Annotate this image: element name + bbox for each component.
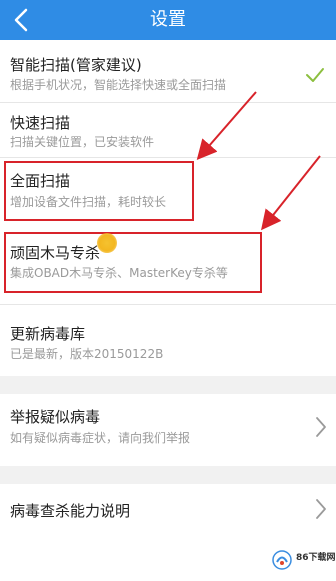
- chevron-right-icon: [316, 499, 326, 519]
- item-subtitle: 如有疑似病毒症状，请向我们举报: [10, 431, 191, 445]
- item-subtitle: 已是最新，版本20150122B: [10, 347, 164, 361]
- watermark-text: 86下载网: [296, 553, 336, 563]
- chevron-right-icon: [316, 417, 326, 437]
- list-item-smart-scan[interactable]: 智能扫描(管家建议) 根据手机状况，智能选择快速或全面扫描: [0, 40, 336, 102]
- list-item-report-virus[interactable]: 举报疑似病毒 如有疑似病毒症状，请向我们举报: [0, 394, 336, 466]
- section-gap: [0, 466, 336, 484]
- list-item-kill-capability[interactable]: 病毒查杀能力说明: [0, 484, 336, 536]
- page-title: 设置: [150, 9, 186, 30]
- site-logo-icon: [272, 550, 292, 570]
- item-title: 举报疑似病毒: [10, 408, 101, 426]
- header-bar: 设置: [0, 0, 336, 40]
- item-title: 病毒查杀能力说明: [10, 502, 131, 520]
- checkmark-icon: [306, 68, 324, 82]
- touch-indicator: [97, 233, 117, 253]
- item-subtitle: 扫描关键位置，已安装软件: [10, 135, 155, 149]
- highlight-box-trojan-killer: [4, 232, 262, 293]
- item-title: 更新病毒库: [10, 325, 86, 343]
- list-item-update-virus-db[interactable]: 更新病毒库 已是最新，版本20150122B: [0, 305, 336, 373]
- list-item-quick-scan[interactable]: 快速扫描 扫描关键位置，已安装软件: [0, 103, 336, 157]
- item-title: 快速扫描: [10, 114, 71, 132]
- item-subtitle: 根据手机状况，智能选择快速或全面扫描: [10, 78, 227, 92]
- item-title: 智能扫描(管家建议): [10, 56, 142, 74]
- highlight-box-full-scan: [4, 161, 194, 221]
- section-gap: [0, 376, 336, 394]
